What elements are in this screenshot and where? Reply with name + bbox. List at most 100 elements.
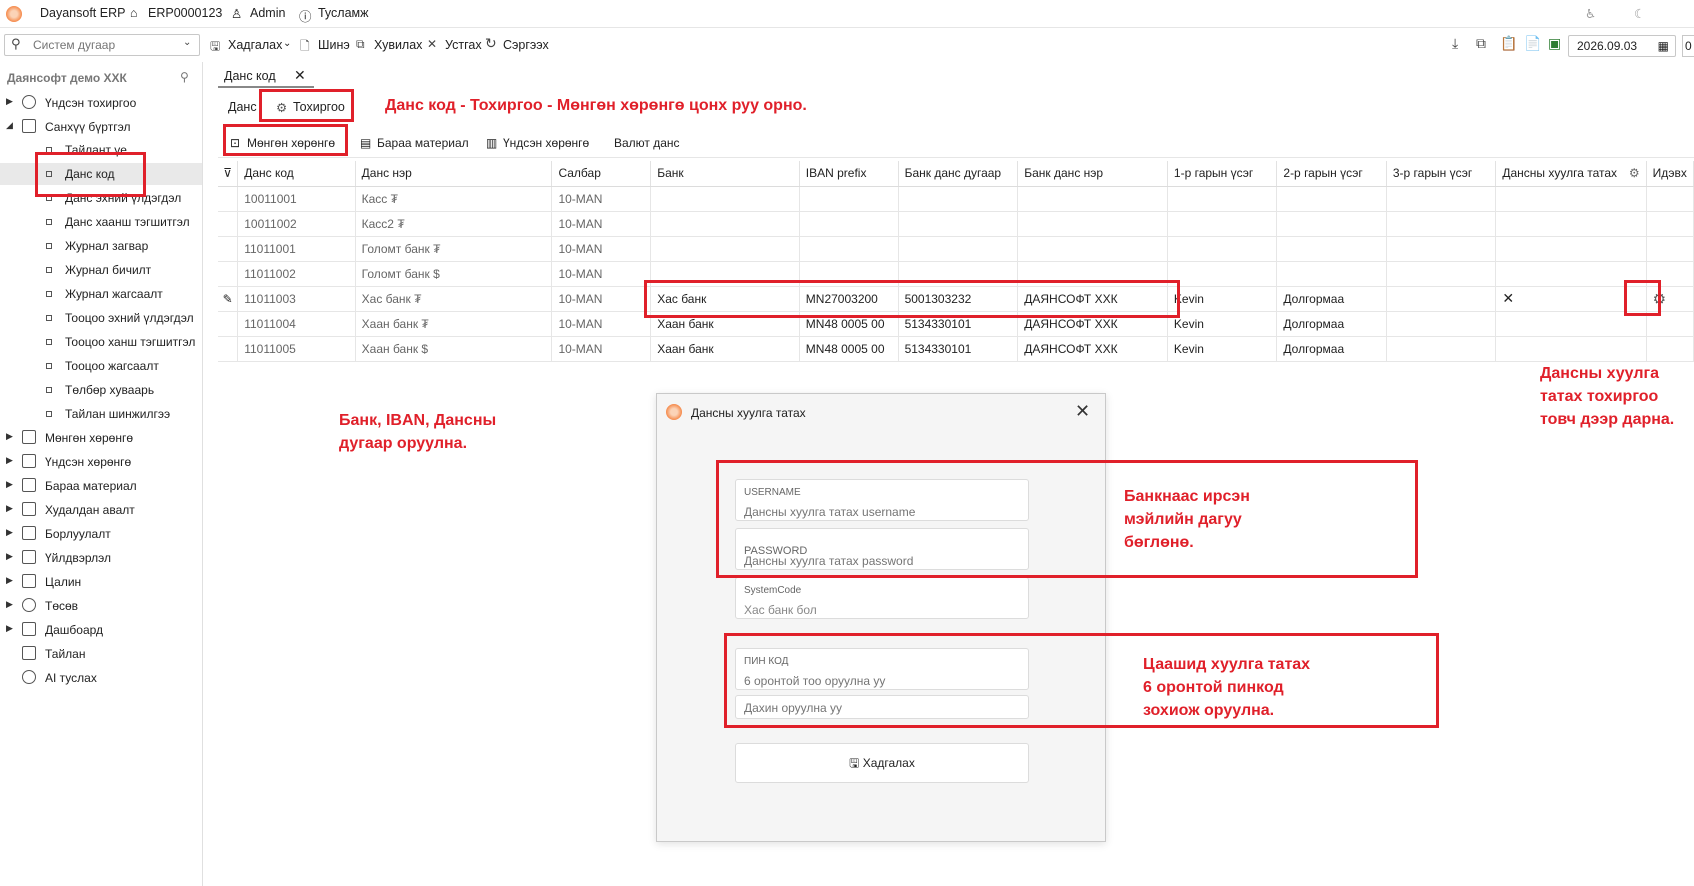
sidebar-sub-journal-template[interactable]: Журнал загвар (0, 235, 202, 257)
download-icon[interactable]: ⤓ (1452, 36, 1458, 52)
table-row[interactable]: 11011001 Голомт банк ₮ 10-MAN (218, 236, 1694, 262)
cell-bank[interactable] (650, 186, 800, 212)
cell-iban[interactable]: MN48 0005 00 (799, 311, 899, 337)
cell-iban[interactable] (799, 211, 899, 237)
cell-acct_no[interactable] (898, 236, 1019, 262)
cell-sig3[interactable] (1386, 211, 1497, 237)
cell-bank[interactable] (650, 236, 800, 262)
cell-code[interactable]: 11011003 (237, 286, 356, 312)
row-selector[interactable] (218, 186, 239, 212)
gear-icon[interactable]: ⚙ (1629, 166, 1640, 180)
cell-sig2[interactable] (1276, 186, 1387, 212)
sidebar-item-production[interactable]: ▶ Үйлдвэрлэл (0, 547, 202, 569)
pin-repeat-input[interactable] (744, 700, 1020, 716)
column-header[interactable]: Салбар (551, 161, 652, 187)
close-tab-icon[interactable]: ✕ (294, 67, 306, 84)
cell-stmt[interactable] (1495, 261, 1647, 287)
sidebar-sub-settlement-list[interactable]: Тооцоо жагсаалт (0, 355, 202, 377)
date-picker[interactable]: 2026.09.03 ▦ (1568, 35, 1676, 57)
cell-bank[interactable] (650, 261, 800, 287)
cell-acct_name[interactable] (1017, 211, 1168, 237)
sidebar-sub-settlement-rate[interactable]: Тооцоо ханш тэгшитгэл (0, 331, 202, 353)
cell-name[interactable]: Голомт банк ₮ (355, 236, 553, 262)
edit-icon[interactable]: ✎ (218, 286, 239, 312)
cell-branch[interactable]: 10-MAN (551, 286, 652, 312)
cell-branch[interactable]: 10-MAN (551, 336, 652, 362)
cell-active[interactable] (1646, 311, 1694, 337)
cell-acct_name[interactable]: ДАЯНСОФТ ХХК (1017, 286, 1168, 312)
username-input[interactable] (744, 504, 1020, 520)
sidebar-item-cash[interactable]: ▶ Мөнгөн хөрөнгө (0, 427, 202, 449)
sidebar-item-budget[interactable]: ▶ Төсөв (0, 595, 202, 617)
refresh-button[interactable]: Сэргээх (503, 38, 549, 52)
pin-input[interactable] (744, 673, 1020, 689)
cell-sig3[interactable] (1386, 186, 1497, 212)
cell-name[interactable]: Касс ₮ (355, 186, 553, 212)
help-link[interactable]: Тусламж (318, 6, 369, 20)
cell-sig1[interactable] (1167, 236, 1278, 262)
cell-acct_no[interactable] (898, 211, 1019, 237)
sidebar-item-reports[interactable]: Тайлан (0, 643, 202, 665)
column-header[interactable]: Идэвх (1646, 161, 1694, 187)
cell-code[interactable]: 11011005 (237, 336, 356, 362)
sidebar-item-ai-assistant[interactable]: AI туслах (0, 667, 202, 689)
column-header[interactable]: Данс код (237, 161, 356, 187)
company-code[interactable]: ERP0000123 (148, 6, 222, 20)
cell-sig3[interactable] (1386, 336, 1497, 362)
cell-acct_name[interactable] (1017, 186, 1168, 212)
cell-stmt[interactable] (1495, 311, 1647, 337)
sidebar-sub-payment-schedule[interactable]: Төлбөр хуваарь (0, 379, 202, 401)
cell-iban[interactable] (799, 236, 899, 262)
cell-stmt[interactable] (1495, 336, 1647, 362)
search-input[interactable] (33, 37, 173, 53)
cell-sig1[interactable] (1167, 261, 1278, 287)
pin-field[interactable]: ПИН КОД (735, 648, 1029, 690)
cell-sig2[interactable] (1276, 236, 1387, 262)
cell-sig3[interactable] (1386, 311, 1497, 337)
extra-field[interactable]: 0 (1682, 35, 1694, 57)
sidebar-item-payroll[interactable]: ▶ Цалин (0, 571, 202, 593)
sidebar-item-general-settings[interactable]: ▶ Үндсэн тохиргоо (0, 92, 202, 114)
cell-sig2[interactable]: Долгормаа (1276, 286, 1387, 312)
user-name[interactable]: Admin (250, 6, 285, 20)
copy-doc-icon[interactable]: ⧉ (1476, 36, 1486, 52)
dark-mode-icon[interactable]: ☾ (1634, 6, 1645, 21)
save-button[interactable]: Хадгалах (228, 38, 282, 52)
row-selector[interactable] (218, 261, 239, 287)
cell-branch[interactable]: 10-MAN (551, 186, 652, 212)
cell-sig3[interactable] (1386, 286, 1497, 312)
cell-acct_no[interactable]: 5001303232 (898, 286, 1019, 312)
sidebar-item-purchasing[interactable]: ▶ Худалдан авалт (0, 499, 202, 521)
tab-settings[interactable]: Тохиргоо (293, 100, 345, 114)
cell-branch[interactable]: 10-MAN (551, 311, 652, 337)
cell-sig2[interactable] (1276, 211, 1387, 237)
row-selector[interactable] (218, 311, 239, 337)
cell-iban[interactable]: MN27003200 (799, 286, 899, 312)
clipboard-icon[interactable]: 📋 (1500, 36, 1517, 52)
sidebar-item-finance[interactable]: ◢ Санхүү бүртгэл (0, 116, 202, 138)
table-row[interactable]: 11011005 Хаан банк $10-MAN Хаан банк MN48 0… (218, 336, 1694, 362)
cell-bank[interactable]: Хас банк (650, 286, 800, 312)
column-header[interactable]: IBAN prefix (799, 161, 899, 187)
sidebar-sub-opening-balance[interactable]: Данс эхний үлдэгдэл (0, 187, 202, 209)
cell-branch[interactable]: 10-MAN (551, 211, 652, 237)
cell-acct_name[interactable] (1017, 236, 1168, 262)
chevron-down-icon[interactable]: ⌄ (183, 37, 191, 48)
cell-stmt[interactable] (1495, 236, 1647, 262)
cell-name[interactable]: Хас банк ₮ (355, 286, 553, 312)
close-icon[interactable]: ✕ (1075, 401, 1090, 422)
cell-sig1[interactable]: Kevin (1167, 286, 1278, 312)
sidebar-item-inventory[interactable]: ▶ Бараа материал (0, 475, 202, 497)
cell-iban[interactable] (799, 186, 899, 212)
tab-inventory[interactable]: Бараа материал (377, 136, 469, 150)
table-row[interactable]: 10011002 Касс2 ₮ 10-MAN (218, 211, 1694, 237)
search-box[interactable]: ⚲ ⌄ (4, 34, 200, 56)
filter-icon[interactable]: ⊽ (218, 161, 239, 187)
cell-active[interactable] (1646, 236, 1694, 262)
cell-sig1[interactable] (1167, 211, 1278, 237)
copy-button[interactable]: Хувилах (374, 38, 422, 52)
row-selector[interactable] (218, 336, 239, 362)
cell-code[interactable]: 11011002 (237, 261, 356, 287)
cell-iban[interactable] (799, 261, 899, 287)
new-button[interactable]: Шинэ (318, 38, 350, 52)
